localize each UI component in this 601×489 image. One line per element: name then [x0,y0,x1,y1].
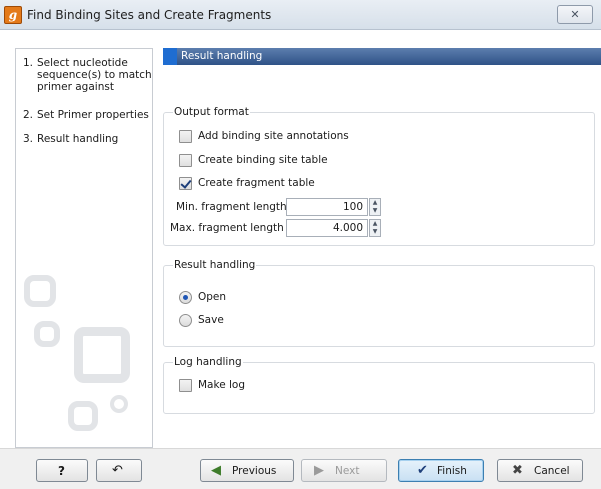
max-length-input[interactable] [286,219,368,237]
decorative-square [68,401,98,431]
decrement-icon[interactable]: ▼ [370,207,380,215]
make-log-checkbox[interactable] [179,379,192,392]
save-radio[interactable] [179,314,192,327]
finish-button[interactable]: ✔ Finish [398,459,484,482]
arrow-right-icon: ▶ [314,463,324,478]
increment-icon[interactable]: ▲ [370,199,380,207]
max-length-stepper[interactable]: ▲ ▼ [369,219,381,237]
help-icon: ? [58,464,65,478]
previous-label: Previous [232,465,277,477]
option-label: Save [198,314,224,326]
cancel-button[interactable]: ✖ Cancel [497,459,583,482]
header-accent [163,48,177,65]
option-label: Make log [198,379,246,391]
checkmark-icon: ✔ [417,463,428,478]
add-annotations-checkbox[interactable] [179,130,192,143]
step-number: 2. [23,109,34,121]
output-format-group: Output format Add binding site annotatio… [163,106,595,246]
min-length-label: Min. fragment length [176,201,287,213]
option-label: Create binding site table [198,154,328,166]
help-button[interactable]: ? [36,459,88,482]
fragment-table-checkbox[interactable] [179,177,192,190]
increment-icon[interactable]: ▲ [370,220,380,228]
close-icon: ✖ [512,463,523,478]
close-button[interactable]: ✕ [557,5,593,24]
arrow-left-icon: ◀ [211,463,221,478]
option-label: Add binding site annotations [198,130,349,142]
finish-label: Finish [437,465,467,477]
group-title: Output format [173,106,250,118]
button-bar: ? ↶ ◀ Previous ▶ Next ✔ Finish ✖ Cancel [0,448,601,489]
section-header-title: Result handling [181,50,263,62]
step-label: Select nucleotide sequence(s) to match p… [37,57,152,93]
min-length-input[interactable] [286,198,368,216]
decorative-square [34,321,60,347]
next-label: Next [335,465,360,477]
group-title: Result handling [173,259,257,271]
decorative-square [74,327,130,383]
binding-site-table-checkbox[interactable] [179,154,192,167]
open-radio[interactable] [179,291,192,304]
app-icon: g [4,6,22,24]
decorative-square [24,275,56,307]
steps-panel: 1. Select nucleotide sequence(s) to matc… [15,48,153,448]
reset-button[interactable]: ↶ [96,459,142,482]
decorative-square [110,395,128,413]
step-label: Set Primer properties [37,109,149,121]
step-number: 1. [23,57,34,69]
window-title: Find Binding Sites and Create Fragments [27,8,272,22]
step-label: Result handling [37,133,119,145]
group-title: Log handling [173,356,243,368]
result-handling-group: Result handling Open Save [163,259,595,347]
main-panel: Result handling Output format Add bindin… [163,48,601,448]
log-handling-group: Log handling Make log [163,356,595,414]
cancel-label: Cancel [534,465,570,477]
decrement-icon[interactable]: ▼ [370,228,380,236]
next-button[interactable]: ▶ Next [301,459,387,482]
min-length-stepper[interactable]: ▲ ▼ [369,198,381,216]
max-length-label: Max. fragment length [170,222,284,234]
reset-icon: ↶ [112,463,123,478]
title-bar: g Find Binding Sites and Create Fragment… [0,0,601,30]
option-label: Create fragment table [198,177,315,189]
section-header: Result handling [163,48,601,65]
previous-button[interactable]: ◀ Previous [200,459,294,482]
step-number: 3. [23,133,34,145]
option-label: Open [198,291,227,303]
